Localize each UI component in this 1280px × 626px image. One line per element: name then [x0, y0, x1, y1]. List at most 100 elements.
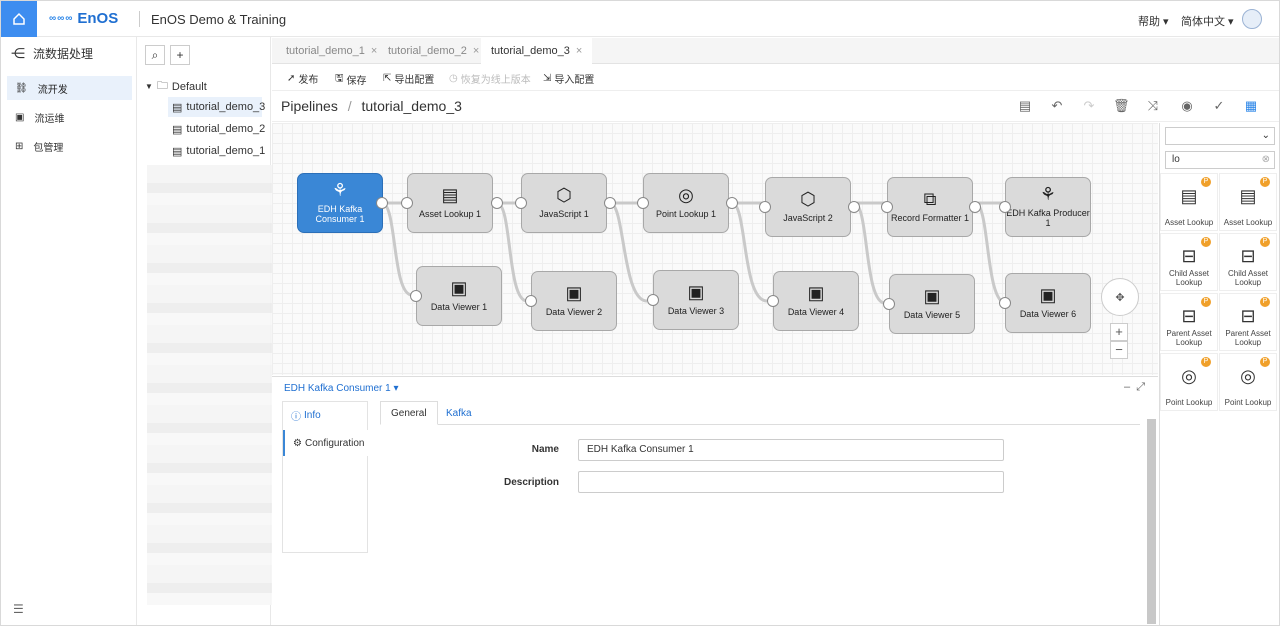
- zoom-in-button[interactable]: +: [1110, 323, 1128, 341]
- pan-control[interactable]: ✥: [1101, 278, 1139, 316]
- close-icon[interactable]: ×: [473, 45, 479, 57]
- kafka-icon: ⚘: [1039, 184, 1057, 205]
- pipeline-node[interactable]: ▣ Data Viewer 3: [653, 270, 739, 330]
- restore-online-button[interactable]: ◷ 恢复为线上版本: [449, 71, 531, 86]
- input-port[interactable]: [410, 290, 422, 302]
- output-port[interactable]: [491, 197, 503, 209]
- node-label: JavaScript 2: [783, 212, 833, 223]
- redo-icon[interactable]: ↷: [1081, 98, 1097, 114]
- expand-icon[interactable]: ⤢: [1136, 381, 1145, 393]
- parent-asset-lookup-icon: ⊟: [1240, 306, 1256, 326]
- validate-check-icon[interactable]: ✓: [1211, 98, 1227, 114]
- pipeline-node[interactable]: ⬡ JavaScript 2: [765, 177, 851, 237]
- language-menu[interactable]: 简体中文 ▾: [1181, 13, 1234, 29]
- minimize-icon[interactable]: –: [1124, 381, 1130, 393]
- palette-item[interactable]: ◎ P Point Lookup: [1219, 353, 1277, 411]
- input-port[interactable]: [767, 295, 779, 307]
- name-field[interactable]: EDH Kafka Consumer 1: [578, 439, 1004, 461]
- input-port[interactable]: [999, 297, 1011, 309]
- palette-item[interactable]: ◎ P Point Lookup: [1160, 353, 1218, 411]
- pipeline-node[interactable]: ⧉ Record Formatter 1: [887, 177, 973, 237]
- output-port[interactable]: [848, 201, 860, 213]
- palette-item[interactable]: ⊟ P Parent Asset Lookup: [1160, 293, 1218, 351]
- category-select[interactable]: ⌄: [1165, 127, 1275, 145]
- input-port[interactable]: [637, 197, 649, 209]
- pipeline-canvas[interactable]: ⚘ EDH Kafka Consumer 1 ▤ Asset Lookup 1 ⬡ J…: [272, 123, 1158, 375]
- add-button[interactable]: +: [170, 45, 190, 65]
- shuffle-icon[interactable]: ⤨: [1145, 98, 1161, 114]
- input-port[interactable]: [999, 201, 1011, 213]
- nav-item-packages[interactable]: ⊞ 包管理: [7, 134, 132, 158]
- palette-item[interactable]: ⊟ P Child Asset Lookup: [1160, 233, 1218, 291]
- search-button[interactable]: ⌕: [145, 45, 165, 65]
- tab-tutorial-demo-2[interactable]: tutorial_demo_2 ×: [378, 38, 489, 64]
- pipeline-node[interactable]: ▤ Asset Lookup 1: [407, 173, 493, 233]
- data-viewer-icon: ▣: [807, 283, 825, 304]
- palette-item[interactable]: ▤ P Asset Lookup: [1160, 173, 1218, 231]
- output-port[interactable]: [376, 197, 388, 209]
- delete-icon[interactable]: 🗑: [1113, 98, 1130, 114]
- pipeline-node[interactable]: ⬡ JavaScript 1: [521, 173, 607, 233]
- undo-icon[interactable]: ↶: [1049, 98, 1065, 114]
- tab-configuration[interactable]: ⚙ Configuration: [283, 430, 369, 456]
- tree-item[interactable]: ▤ tutorial_demo_3: [168, 97, 265, 117]
- palette-item[interactable]: ⊟ P Child Asset Lookup: [1219, 233, 1277, 291]
- tab-tutorial-demo-1[interactable]: tutorial_demo_1 ×: [276, 38, 387, 64]
- home-button[interactable]: [1, 1, 37, 37]
- pipeline-node[interactable]: ◎ Point Lookup 1: [643, 173, 729, 233]
- input-port[interactable]: [515, 197, 527, 209]
- close-icon[interactable]: ×: [576, 45, 582, 57]
- document-icon[interactable]: ▤: [1017, 98, 1033, 114]
- tab-kafka[interactable]: Kafka: [436, 401, 482, 425]
- clear-icon[interactable]: ⊗: [1262, 152, 1270, 168]
- grid-icon[interactable]: ▦: [1243, 98, 1259, 114]
- input-port[interactable]: [525, 295, 537, 307]
- chevron-down-icon: ⌄: [1261, 130, 1270, 141]
- pipeline-node[interactable]: ▣ Data Viewer 5: [889, 274, 975, 334]
- restore-label: 恢复为线上版本: [460, 75, 531, 86]
- save-label: 保存: [346, 76, 367, 87]
- preview-eye-icon[interactable]: ◉: [1179, 98, 1195, 114]
- config-panel-title[interactable]: EDH Kafka Consumer 1 ▾: [284, 383, 399, 394]
- save-button[interactable]: 🖫 保存: [335, 71, 367, 88]
- palette-item[interactable]: ⊟ P Parent Asset Lookup: [1219, 293, 1277, 351]
- nav-item-stream-dev[interactable]: ⛓ 流开发: [7, 76, 132, 100]
- input-port[interactable]: [647, 294, 659, 306]
- avatar[interactable]: [1242, 9, 1262, 29]
- import-config-button[interactable]: ⇲ 导入配置: [543, 71, 594, 86]
- nav-header: ⋲ 流数据处理: [11, 45, 93, 62]
- tab-general[interactable]: General: [380, 401, 438, 425]
- publish-button[interactable]: ➚ 发布: [287, 71, 318, 86]
- pipeline-node[interactable]: ▣ Data Viewer 2: [531, 271, 617, 331]
- name-value: EDH Kafka Consumer 1: [587, 444, 694, 455]
- tab-info[interactable]: ⓘ Info: [283, 402, 369, 428]
- input-port[interactable]: [883, 298, 895, 310]
- output-port[interactable]: [726, 197, 738, 209]
- collapse-menu-icon[interactable]: ☰: [13, 602, 24, 616]
- tree-folder-default[interactable]: ▼ 🗀 Default: [145, 77, 207, 96]
- pipeline-node[interactable]: ▣ Data Viewer 4: [773, 271, 859, 331]
- help-menu[interactable]: 帮助 ▾: [1138, 13, 1169, 29]
- input-port[interactable]: [759, 201, 771, 213]
- scrollbar[interactable]: [1147, 419, 1156, 624]
- pipeline-node[interactable]: ⚘ EDH Kafka Producer 1: [1005, 177, 1091, 237]
- palette-search-input[interactable]: lo ⊗: [1165, 151, 1275, 169]
- pipeline-node[interactable]: ▣ Data Viewer 6: [1005, 273, 1091, 333]
- tab-tutorial-demo-3[interactable]: tutorial_demo_3 ×: [481, 38, 593, 64]
- input-port[interactable]: [401, 197, 413, 209]
- output-port[interactable]: [969, 201, 981, 213]
- pipeline-node[interactable]: ▣ Data Viewer 1: [416, 266, 502, 326]
- badge: P: [1260, 237, 1270, 247]
- export-config-button[interactable]: ⇱ 导出配置: [383, 71, 434, 86]
- tree-item[interactable]: ▤ tutorial_demo_1: [168, 141, 265, 161]
- close-icon[interactable]: ×: [371, 45, 377, 57]
- palette-item[interactable]: ▤ P Asset Lookup: [1219, 173, 1277, 231]
- input-port[interactable]: [881, 201, 893, 213]
- nav-item-stream-ops[interactable]: ▣ 流运维: [7, 105, 132, 129]
- breadcrumb-root[interactable]: Pipelines: [281, 98, 338, 114]
- pipeline-node[interactable]: ⚘ EDH Kafka Consumer 1: [297, 173, 383, 233]
- output-port[interactable]: [604, 197, 616, 209]
- description-field[interactable]: [578, 471, 1004, 493]
- tree-item[interactable]: ▤ tutorial_demo_2: [168, 119, 265, 139]
- zoom-out-button[interactable]: −: [1110, 341, 1128, 359]
